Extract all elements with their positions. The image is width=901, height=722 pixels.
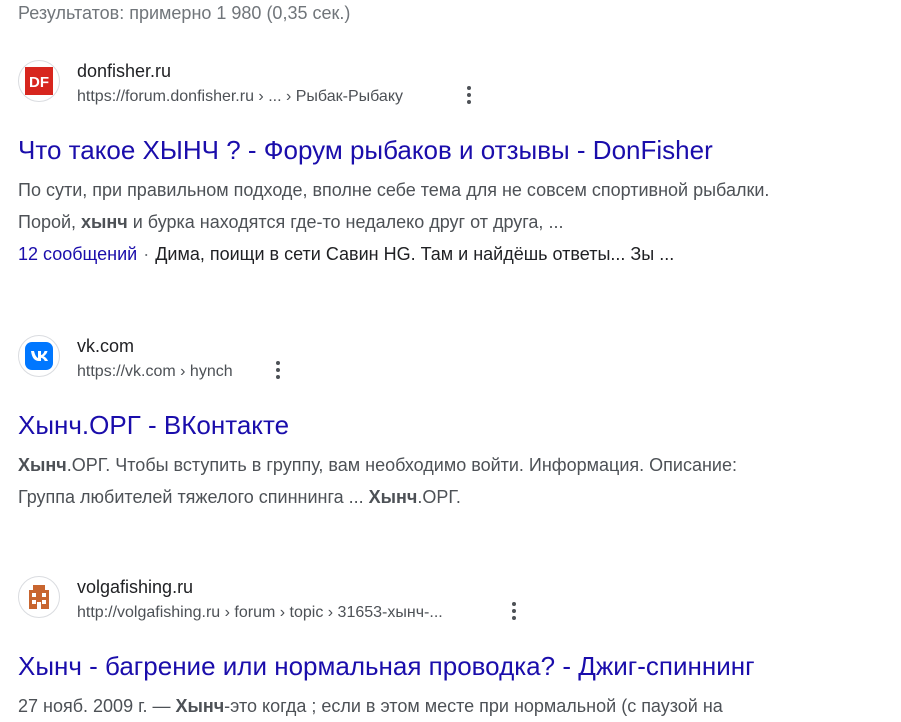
site-url: https://vk.com › hynch	[77, 363, 233, 380]
site-name: volgafishing.ru	[77, 577, 194, 597]
result-stats: Результатов: примерно 1 980 (0,35 сек.)	[18, 3, 351, 23]
search-result: vk.com https://vk.com › hynch Хынч.ОРГ -…	[18, 335, 901, 513]
snippet-line: Хынч.ОРГ. Чтобы вступить в группу, вам н…	[18, 455, 737, 475]
favicon-letters: DF	[29, 74, 49, 91]
search-result: DF donfisher.ru https://forum.donfisher.…	[18, 60, 901, 270]
messages-count-link[interactable]: 12 сообщений	[18, 244, 137, 264]
snippet-line: Порой, хынч и бурка находятся где-то нед…	[18, 212, 564, 232]
site-url: http://volgafishing.ru › forum › topic ›…	[77, 604, 443, 621]
donfisher-favicon-icon: DF	[18, 60, 60, 102]
snippet-line: Группа любителей тяжелого спиннинга ... …	[18, 487, 461, 507]
more-options-icon[interactable]	[268, 357, 288, 383]
more-options-icon[interactable]	[459, 82, 479, 108]
site-name: donfisher.ru	[77, 61, 172, 81]
highlight: Хынч	[368, 487, 418, 507]
highlight: хынч	[81, 212, 128, 232]
site-url: https://forum.donfisher.ru › ... › Рыбак…	[77, 88, 403, 105]
snippet-line: По сути, при правильном подходе, вполне …	[18, 180, 770, 200]
vk-favicon-icon	[18, 335, 60, 377]
sitelink-text: Дима, поищи в сети Савин HG. Там и найдё…	[155, 244, 675, 264]
site-name: vk.com	[77, 336, 135, 356]
volgafishing-favicon-icon	[18, 576, 60, 618]
result-snippet: 27 нояб. 2009 г. — Хынч-это когда ; если…	[18, 690, 901, 722]
highlight: Хынч	[18, 455, 67, 475]
result-source[interactable]: vk.com https://vk.com › hynch	[18, 335, 901, 391]
result-source[interactable]: volgafishing.ru http://volgafishing.ru ›…	[18, 576, 901, 632]
result-title[interactable]: Хынч - багрение или нормальная проводка?…	[18, 650, 901, 682]
search-result: volgafishing.ru http://volgafishing.ru ›…	[18, 576, 901, 722]
result-snippet: Хынч.ОРГ. Чтобы вступить в группу, вам н…	[18, 449, 901, 513]
separator: ·	[143, 244, 150, 264]
result-title[interactable]: Что такое ХЫНЧ ? - Форум рыбаков и отзыв…	[18, 134, 901, 166]
result-title[interactable]: Хынч.ОРГ - ВКонтакте	[18, 409, 901, 441]
sitelinks: 12 сообщений · Дима, поищи в сети Савин HG…	[18, 238, 901, 270]
result-snippet: По сути, при правильном подходе, вполне …	[18, 174, 901, 238]
snippet-line: 27 нояб. 2009 г. — Хынч-это когда ; если…	[18, 696, 723, 716]
result-source[interactable]: DF donfisher.ru https://forum.donfisher.…	[18, 60, 901, 116]
more-options-icon[interactable]	[504, 598, 524, 624]
highlight: Хынч	[175, 696, 225, 716]
